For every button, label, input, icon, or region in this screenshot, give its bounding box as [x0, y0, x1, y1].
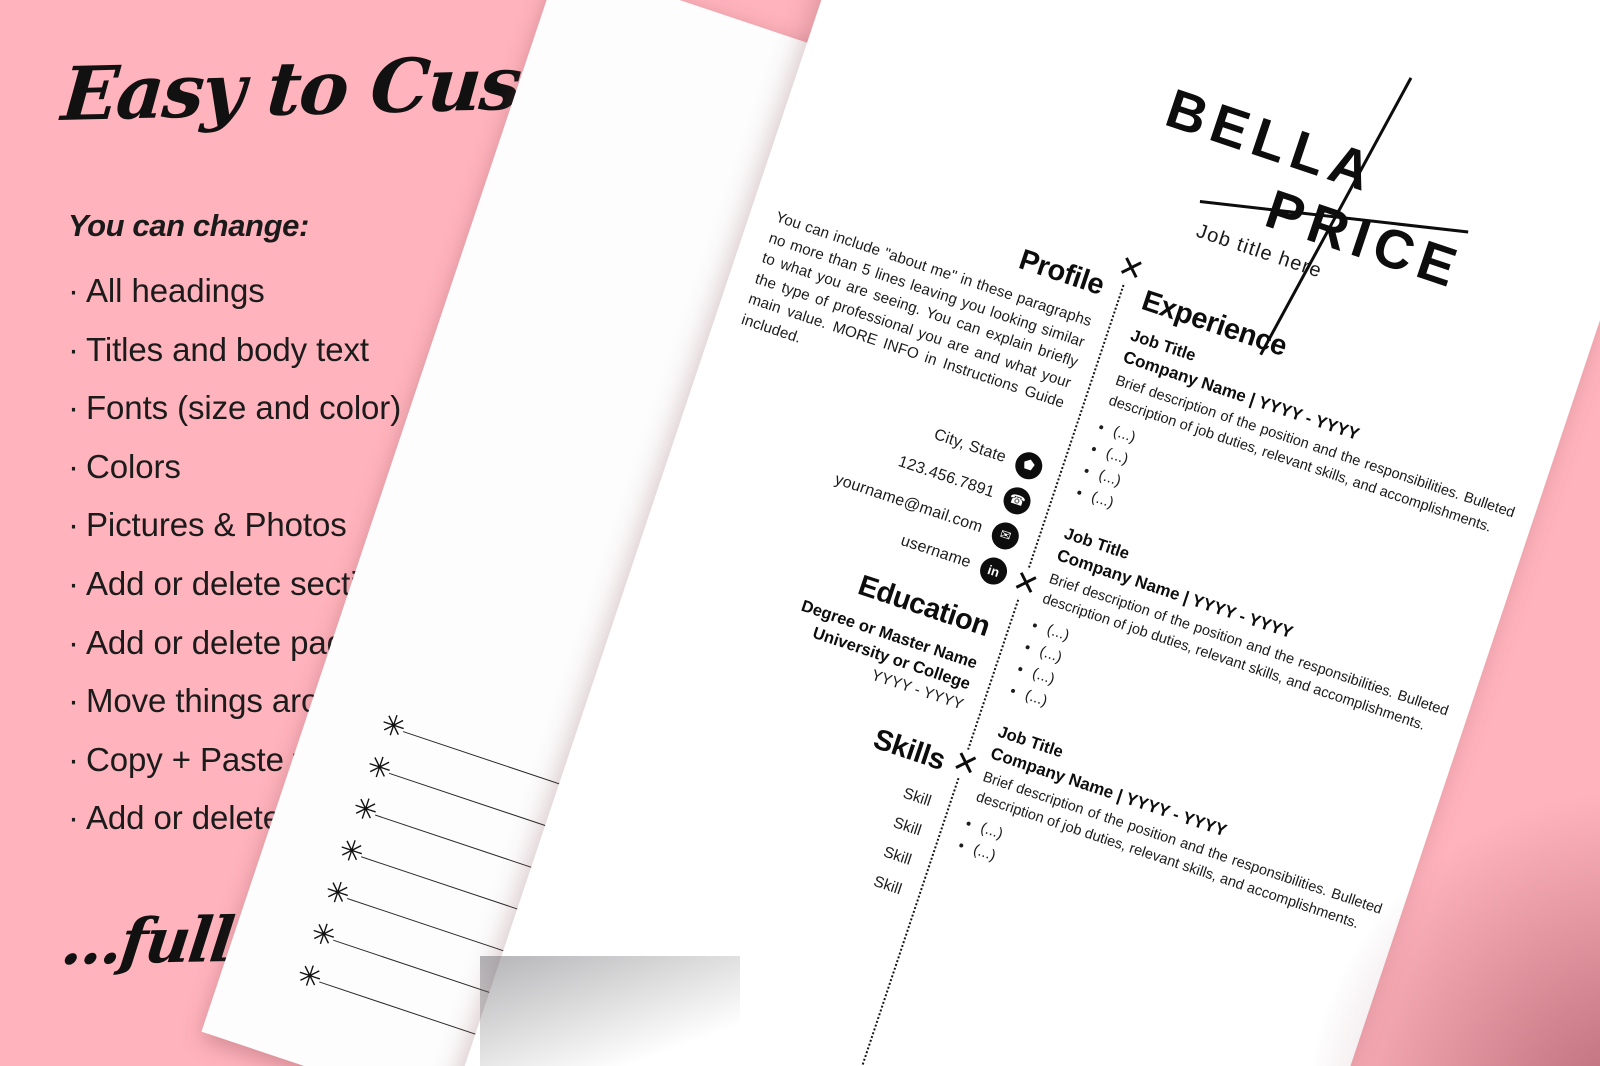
bullet-dot-icon: ·	[68, 740, 79, 778]
phone-icon: ☎	[999, 483, 1035, 518]
envelope-icon: ✉	[988, 518, 1023, 554]
feature-item-label: Titles and body text	[86, 330, 369, 368]
bullet-dot-icon: ·	[68, 389, 79, 427]
asterisk-marker-icon: ✳	[348, 789, 383, 830]
bullet-dot-icon: ·	[68, 682, 79, 720]
feature-item-label: All headings	[86, 272, 265, 309]
bullet-dot-icon: ·	[68, 506, 79, 544]
asterisk-marker-icon: ✳	[292, 956, 327, 997]
feature-item-label: Pictures & Photos	[86, 506, 347, 544]
bullet-dot-icon: ·	[68, 564, 79, 602]
asterisk-marker-icon: ✳	[376, 705, 411, 746]
asterisk-marker-icon: ✳	[334, 830, 369, 871]
feature-item-label: Fonts (size and color)	[86, 389, 402, 427]
bullet-dot-icon: ·	[68, 623, 79, 661]
bullet-dot-icon: ·	[68, 799, 79, 837]
divider-x-icon-1: ✕	[1111, 248, 1150, 290]
promo-subheading: You can change:	[68, 208, 309, 243]
contact-text: username	[898, 531, 974, 571]
feature-item-label: Colors	[86, 447, 181, 485]
asterisk-marker-icon: ✳	[362, 747, 397, 788]
poster-canvas: Easy to Customize You can change: · All h…	[0, 0, 1600, 1066]
asterisk-marker-icon: ✳	[306, 914, 341, 955]
asterisk-marker-icon: ✳	[320, 872, 355, 913]
location-pin-icon: ⬟	[1011, 448, 1046, 483]
divider-x-icon-2: ✕	[1006, 563, 1045, 605]
linkedin-icon: in	[976, 553, 1011, 589]
bullet-dot-icon: ·	[68, 272, 79, 309]
bullet-dot-icon: ·	[68, 330, 79, 368]
divider-x-icon-3: ✕	[946, 743, 985, 785]
contact-text: City, State	[932, 425, 1009, 466]
bullet-dot-icon: ·	[68, 447, 79, 485]
